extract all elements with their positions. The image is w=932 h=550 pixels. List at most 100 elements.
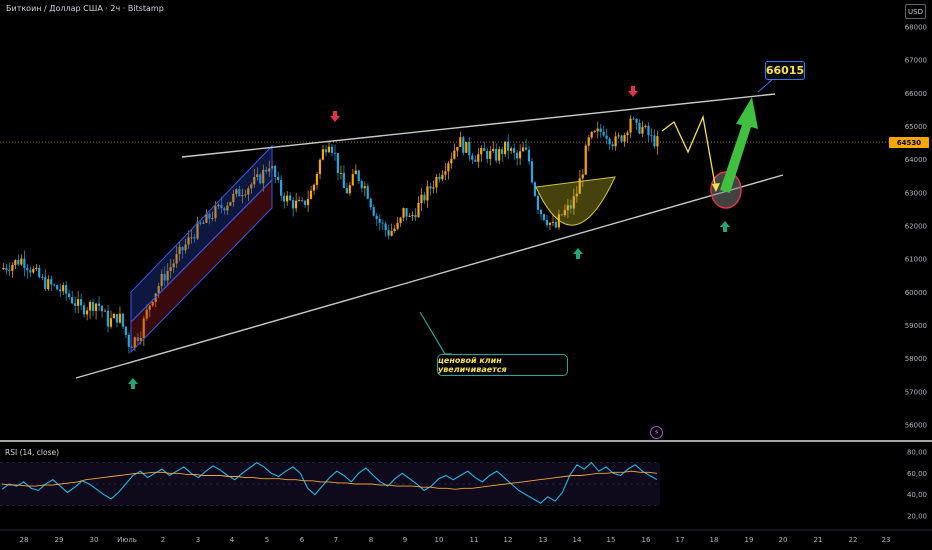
candle-body xyxy=(318,159,322,175)
time-tick-label: 23 xyxy=(882,536,891,544)
price-tick-label: 61000 xyxy=(905,256,927,264)
candle-body xyxy=(23,258,26,268)
candle-body xyxy=(447,163,450,172)
candle-body xyxy=(501,149,504,155)
candle-body xyxy=(312,184,316,191)
candle-body xyxy=(611,144,614,147)
candlesticks xyxy=(2,115,659,354)
candle-body xyxy=(35,267,38,269)
candle-body xyxy=(435,176,438,188)
candle-body xyxy=(587,137,590,146)
candle-body xyxy=(309,190,313,199)
buy-arrow-icon xyxy=(720,221,730,232)
candle-body xyxy=(444,171,447,175)
candle-body xyxy=(614,136,617,147)
price-tick-label: 64000 xyxy=(905,156,927,164)
candle-body xyxy=(363,186,366,189)
candle-body xyxy=(8,269,11,271)
candle-body xyxy=(56,285,59,290)
candle-body xyxy=(474,159,477,162)
candle-body xyxy=(417,203,420,218)
currency-button[interactable]: USD xyxy=(905,4,926,19)
candle-body xyxy=(509,148,513,151)
candle-body xyxy=(82,305,86,315)
candle-body xyxy=(653,135,656,147)
candle-body xyxy=(378,218,381,223)
candle-body xyxy=(426,186,429,201)
candle-body xyxy=(656,136,659,147)
price-tick-label: 62000 xyxy=(905,223,927,231)
candle-body xyxy=(635,118,638,123)
time-tick-label: 8 xyxy=(369,536,373,544)
price-tick-label: 67000 xyxy=(905,57,927,65)
time-tick-label: 16 xyxy=(642,536,651,544)
time-tick-label: 18 xyxy=(710,536,719,544)
candle-body xyxy=(533,182,537,196)
price-projection xyxy=(661,114,717,191)
candle-body xyxy=(303,200,307,205)
candle-body xyxy=(118,313,121,323)
time-tick-label: 29 xyxy=(55,536,64,544)
candle-body xyxy=(20,258,23,265)
price-tick-label: 68000 xyxy=(905,24,927,32)
candle-body xyxy=(617,135,620,137)
price-tick-label: 63000 xyxy=(905,189,927,197)
candle-body xyxy=(504,141,507,155)
candle-body xyxy=(97,303,101,306)
time-tick-label: 13 xyxy=(539,536,548,544)
time-tick-label: 21 xyxy=(814,536,823,544)
candle-body xyxy=(539,209,543,215)
sell-arrow-icon xyxy=(330,111,340,122)
candle-body xyxy=(283,195,286,202)
channel-lower xyxy=(130,178,273,354)
candle-body xyxy=(336,153,339,174)
candle-body xyxy=(115,314,118,323)
candle-body xyxy=(393,228,396,232)
candle-body xyxy=(103,310,107,312)
candle-body xyxy=(432,187,435,189)
candle-body xyxy=(453,150,456,159)
candle-body xyxy=(375,215,378,219)
rsi-panel xyxy=(0,461,660,506)
candle-body xyxy=(333,152,336,154)
last-price-tag: 64530 xyxy=(889,137,929,148)
candle-body xyxy=(629,118,632,133)
candle-body xyxy=(524,147,528,150)
time-tick-label: 17 xyxy=(676,536,685,544)
candle-body xyxy=(599,128,602,132)
price-tick-label: 59000 xyxy=(905,322,927,330)
candle-body xyxy=(396,222,399,229)
candle-body xyxy=(342,172,345,189)
candle-body xyxy=(387,230,390,236)
candle-body xyxy=(411,215,414,216)
candle-body xyxy=(414,215,417,218)
candle-body xyxy=(638,122,641,134)
time-tick-label: 14 xyxy=(573,536,582,544)
time-tick-label: 20 xyxy=(779,536,788,544)
candle-body xyxy=(545,220,549,225)
chart-canvas[interactable]: 68000 67000 66000 65000 64000 63000 62000 61000… xyxy=(0,0,932,550)
candle-body xyxy=(518,151,522,159)
candle-body xyxy=(366,186,369,199)
candle-body xyxy=(330,146,333,153)
candle-body xyxy=(360,181,363,189)
candle-body xyxy=(76,299,80,306)
candle-body xyxy=(315,174,319,185)
time-tick-label: 22 xyxy=(849,536,858,544)
rsi-tick-label: 40,00 xyxy=(907,491,927,499)
candle-body xyxy=(492,148,495,151)
candle-body xyxy=(11,264,14,271)
candle-body xyxy=(17,260,20,265)
price-tick-label: 57000 xyxy=(905,388,927,396)
candle-body xyxy=(306,198,310,205)
time-tick-label: 19 xyxy=(745,536,754,544)
candle-body xyxy=(2,267,5,270)
candle-body xyxy=(321,149,325,160)
candle-body xyxy=(62,285,65,292)
candle-body xyxy=(68,293,71,298)
lightning-icon[interactable]: ⚡ xyxy=(650,426,663,439)
candle-body xyxy=(5,267,8,270)
candle-body xyxy=(620,135,623,142)
rsi-tick-label: 60,00 xyxy=(907,470,927,478)
candle-body xyxy=(112,314,115,319)
